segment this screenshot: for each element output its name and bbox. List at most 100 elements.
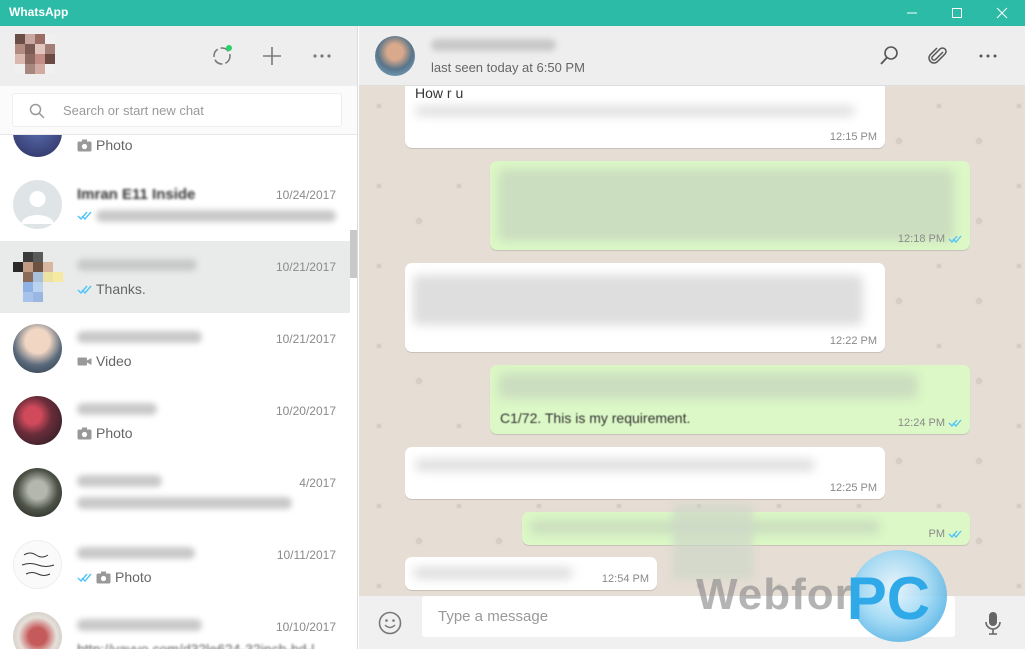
- message-time: 12:24 PM: [898, 417, 962, 429]
- search-bar: [0, 86, 357, 135]
- message-text: C1/72. This is my requirement.: [500, 410, 691, 426]
- chat-preview: Photo: [77, 569, 337, 585]
- new-chat-icon[interactable]: [260, 44, 284, 68]
- contact-name: [431, 38, 561, 54]
- incoming-message[interactable]: 12:22 PM: [405, 263, 885, 352]
- contact-avatar: [13, 540, 62, 589]
- double-tick-icon: [77, 573, 92, 582]
- camera-icon: [77, 139, 92, 151]
- message-text: How r u: [415, 85, 464, 101]
- contact-avatar: [13, 468, 62, 517]
- blurred-content: [498, 373, 918, 399]
- contact-avatar: [13, 135, 62, 157]
- contact-avatar[interactable]: [375, 36, 415, 76]
- chat-preview-text: Photo: [96, 137, 133, 153]
- search-input[interactable]: [63, 94, 333, 126]
- chat-list-item[interactable]: Photo: [0, 135, 350, 169]
- message-input[interactable]: [422, 596, 955, 637]
- chat-preview-blurred: [77, 497, 292, 509]
- double-tick-icon: [948, 419, 962, 427]
- chat-name: [77, 474, 257, 492]
- camera-icon: [77, 427, 92, 439]
- double-tick-icon: [948, 530, 962, 538]
- contact-avatar: [13, 612, 62, 649]
- chat-name: [77, 258, 257, 276]
- default-avatar-icon: [13, 180, 62, 229]
- double-tick-icon: [77, 285, 92, 294]
- chat-list-item[interactable]: 10/20/2017 Photo: [0, 385, 350, 457]
- chat-list-scrollbar[interactable]: [350, 230, 357, 278]
- incoming-message[interactable]: How r u 12:15 PM: [405, 80, 885, 148]
- chat-preview: [77, 497, 337, 509]
- camera-icon: [96, 571, 111, 583]
- chat-name: [77, 330, 257, 348]
- more-options-icon[interactable]: [310, 44, 334, 68]
- chat-date: 10/21/2017: [275, 260, 336, 274]
- chat-name: [77, 402, 257, 420]
- chat-list-item[interactable]: 10/21/2017 Thanks.: [0, 241, 350, 313]
- double-tick-icon: [77, 211, 92, 221]
- conversation-header[interactable]: last seen today at 6:50 PM: [359, 26, 1025, 86]
- chat-list-item[interactable]: 4/2017: [0, 457, 350, 529]
- app-title: WhatsApp: [9, 5, 69, 19]
- title-bar: WhatsApp: [0, 0, 1025, 26]
- close-button[interactable]: [979, 0, 1025, 26]
- chat-name: [77, 546, 257, 564]
- chat-sidebar: Photo Imran E11 Inside 10/24/2017: [0, 26, 358, 649]
- chat-preview-text: Video: [96, 353, 132, 369]
- chat-preview: Video: [77, 353, 337, 369]
- chat-preview-text: http://yavyo.com/d32le624-32inch-hd-l: [77, 641, 315, 649]
- message-composer: [359, 596, 1025, 649]
- chat-preview: http://yavyo.com/d32le624-32inch-hd-l: [77, 641, 337, 649]
- blurred-content: [413, 567, 573, 579]
- maximize-button[interactable]: [934, 0, 980, 26]
- video-icon: [77, 357, 92, 365]
- chat-list: Photo Imran E11 Inside 10/24/2017 10/21/…: [0, 135, 350, 649]
- more-options-icon[interactable]: [977, 45, 999, 67]
- contact-avatar: [13, 252, 63, 302]
- blurred-overlay: [673, 504, 753, 579]
- contact-avatar: [13, 396, 62, 445]
- chat-list-item[interactable]: 10/21/2017 Video: [0, 313, 350, 385]
- incoming-message[interactable]: 12:25 PM: [405, 447, 885, 499]
- chat-name: [77, 618, 257, 636]
- message-time: 12:15 PM: [829, 131, 877, 143]
- my-avatar[interactable]: [15, 34, 55, 74]
- message-time: 12:54 PM: [601, 573, 649, 585]
- microphone-icon[interactable]: [981, 610, 1005, 636]
- attach-icon[interactable]: [927, 45, 949, 67]
- chat-date: 4/2017: [299, 476, 336, 490]
- chat-date: 10/11/2017: [276, 548, 336, 562]
- maximize-icon: [952, 8, 962, 18]
- chat-preview: Thanks.: [77, 281, 337, 297]
- message-time: 12:25 PM: [829, 482, 877, 494]
- chat-list-item[interactable]: 10/10/2017 http://yavyo.com/d32le624-32i…: [0, 601, 350, 649]
- outgoing-message[interactable]: 12:18 PM: [490, 161, 970, 250]
- chat-preview-text: Photo: [96, 425, 133, 441]
- search-icon: [29, 103, 45, 119]
- chat-preview-text: Photo: [115, 569, 152, 585]
- blurred-content: [415, 459, 815, 471]
- emoji-icon[interactable]: [377, 610, 403, 636]
- chat-preview: Photo: [77, 137, 337, 153]
- search-icon[interactable]: [878, 45, 900, 67]
- sidebar-header: [0, 26, 357, 86]
- contact-avatar: [13, 324, 62, 373]
- chat-list-item[interactable]: Imran E11 Inside 10/24/2017: [0, 169, 350, 241]
- message-time: PM: [929, 528, 963, 540]
- minimize-button[interactable]: [889, 0, 935, 26]
- search-box[interactable]: [12, 93, 342, 127]
- close-icon: [996, 7, 1008, 19]
- outgoing-message[interactable]: C1/72. This is my requirement. 12:24 PM: [490, 365, 970, 434]
- last-seen-status: last seen today at 6:50 PM: [431, 60, 585, 75]
- chat-date: 10/24/2017: [275, 188, 336, 202]
- incoming-message[interactable]: 12:54 PM: [405, 557, 657, 590]
- double-tick-icon: [948, 235, 962, 243]
- chat-preview: [77, 209, 337, 222]
- chat-list-item[interactable]: 10/11/2017 Photo: [0, 529, 350, 601]
- status-indicator: [226, 45, 232, 51]
- blurred-content: [415, 106, 855, 116]
- chat-preview-text: Thanks.: [96, 281, 146, 297]
- chat-name: Imran E11 Inside: [77, 186, 196, 203]
- minimize-icon: [907, 12, 917, 14]
